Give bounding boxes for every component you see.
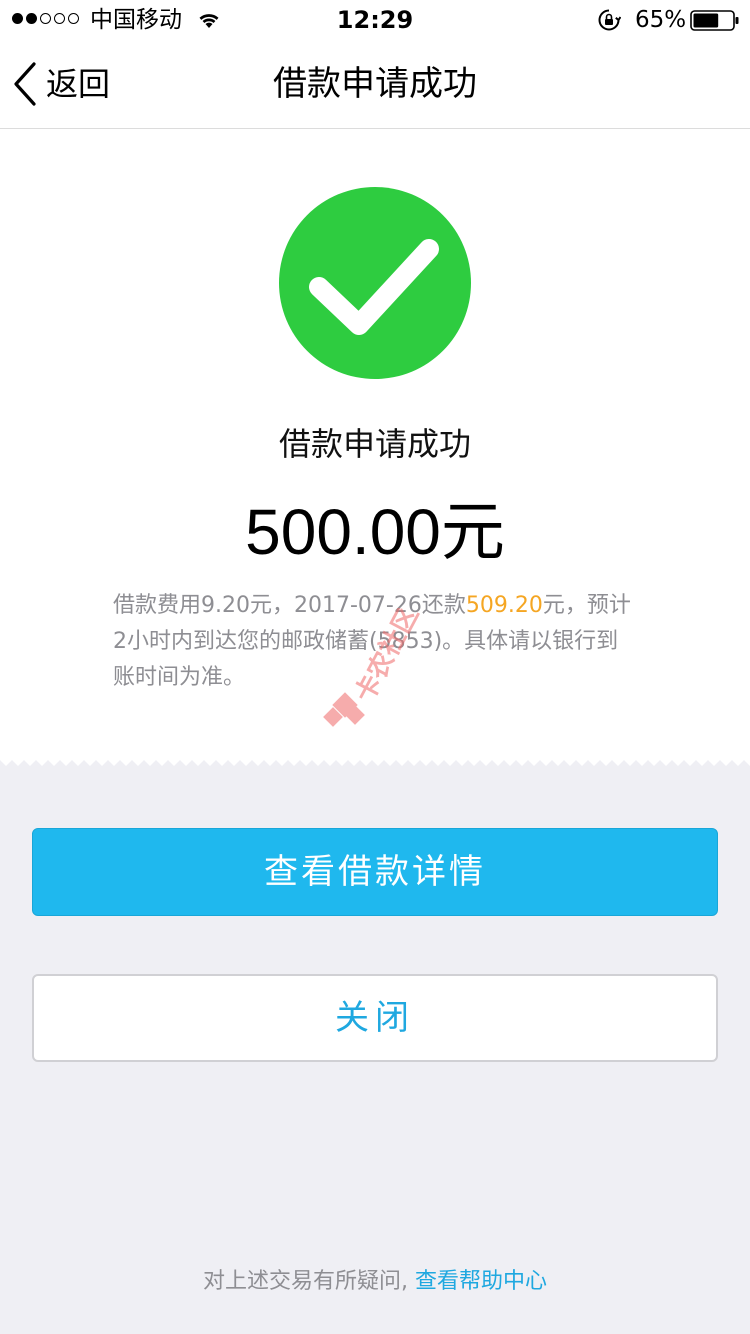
help-center-link[interactable]: 查看帮助中心 [415,1269,547,1294]
watermark-logo: 卡农社区 [323,608,425,727]
footer: 对上述交易有所疑问, 查看帮助中心 [0,1264,750,1300]
repayment-amount: 509.20 [465,593,543,618]
status-bar: 中国移动 12:29 65% [0,0,750,40]
success-title: 借款申请成功 [278,425,471,463]
view-loan-details-button[interactable]: 查看借款详情 [32,828,718,916]
close-button[interactable]: 关闭 [32,974,718,1062]
rotation-lock-icon [598,9,621,31]
battery-icon [690,10,739,31]
watermark-text: 卡农社区 [349,608,425,707]
check-circle-icon [279,187,471,379]
nav-bar: 返回 借款申请成功 [0,40,750,129]
page-title: 借款申请成功 [273,64,477,104]
footer-text: 对上述交易有所疑问, [202,1269,408,1294]
battery-percent: 65% [635,7,687,33]
zigzag-edge [0,756,750,766]
loan-amount: 500.00元 [245,496,505,568]
